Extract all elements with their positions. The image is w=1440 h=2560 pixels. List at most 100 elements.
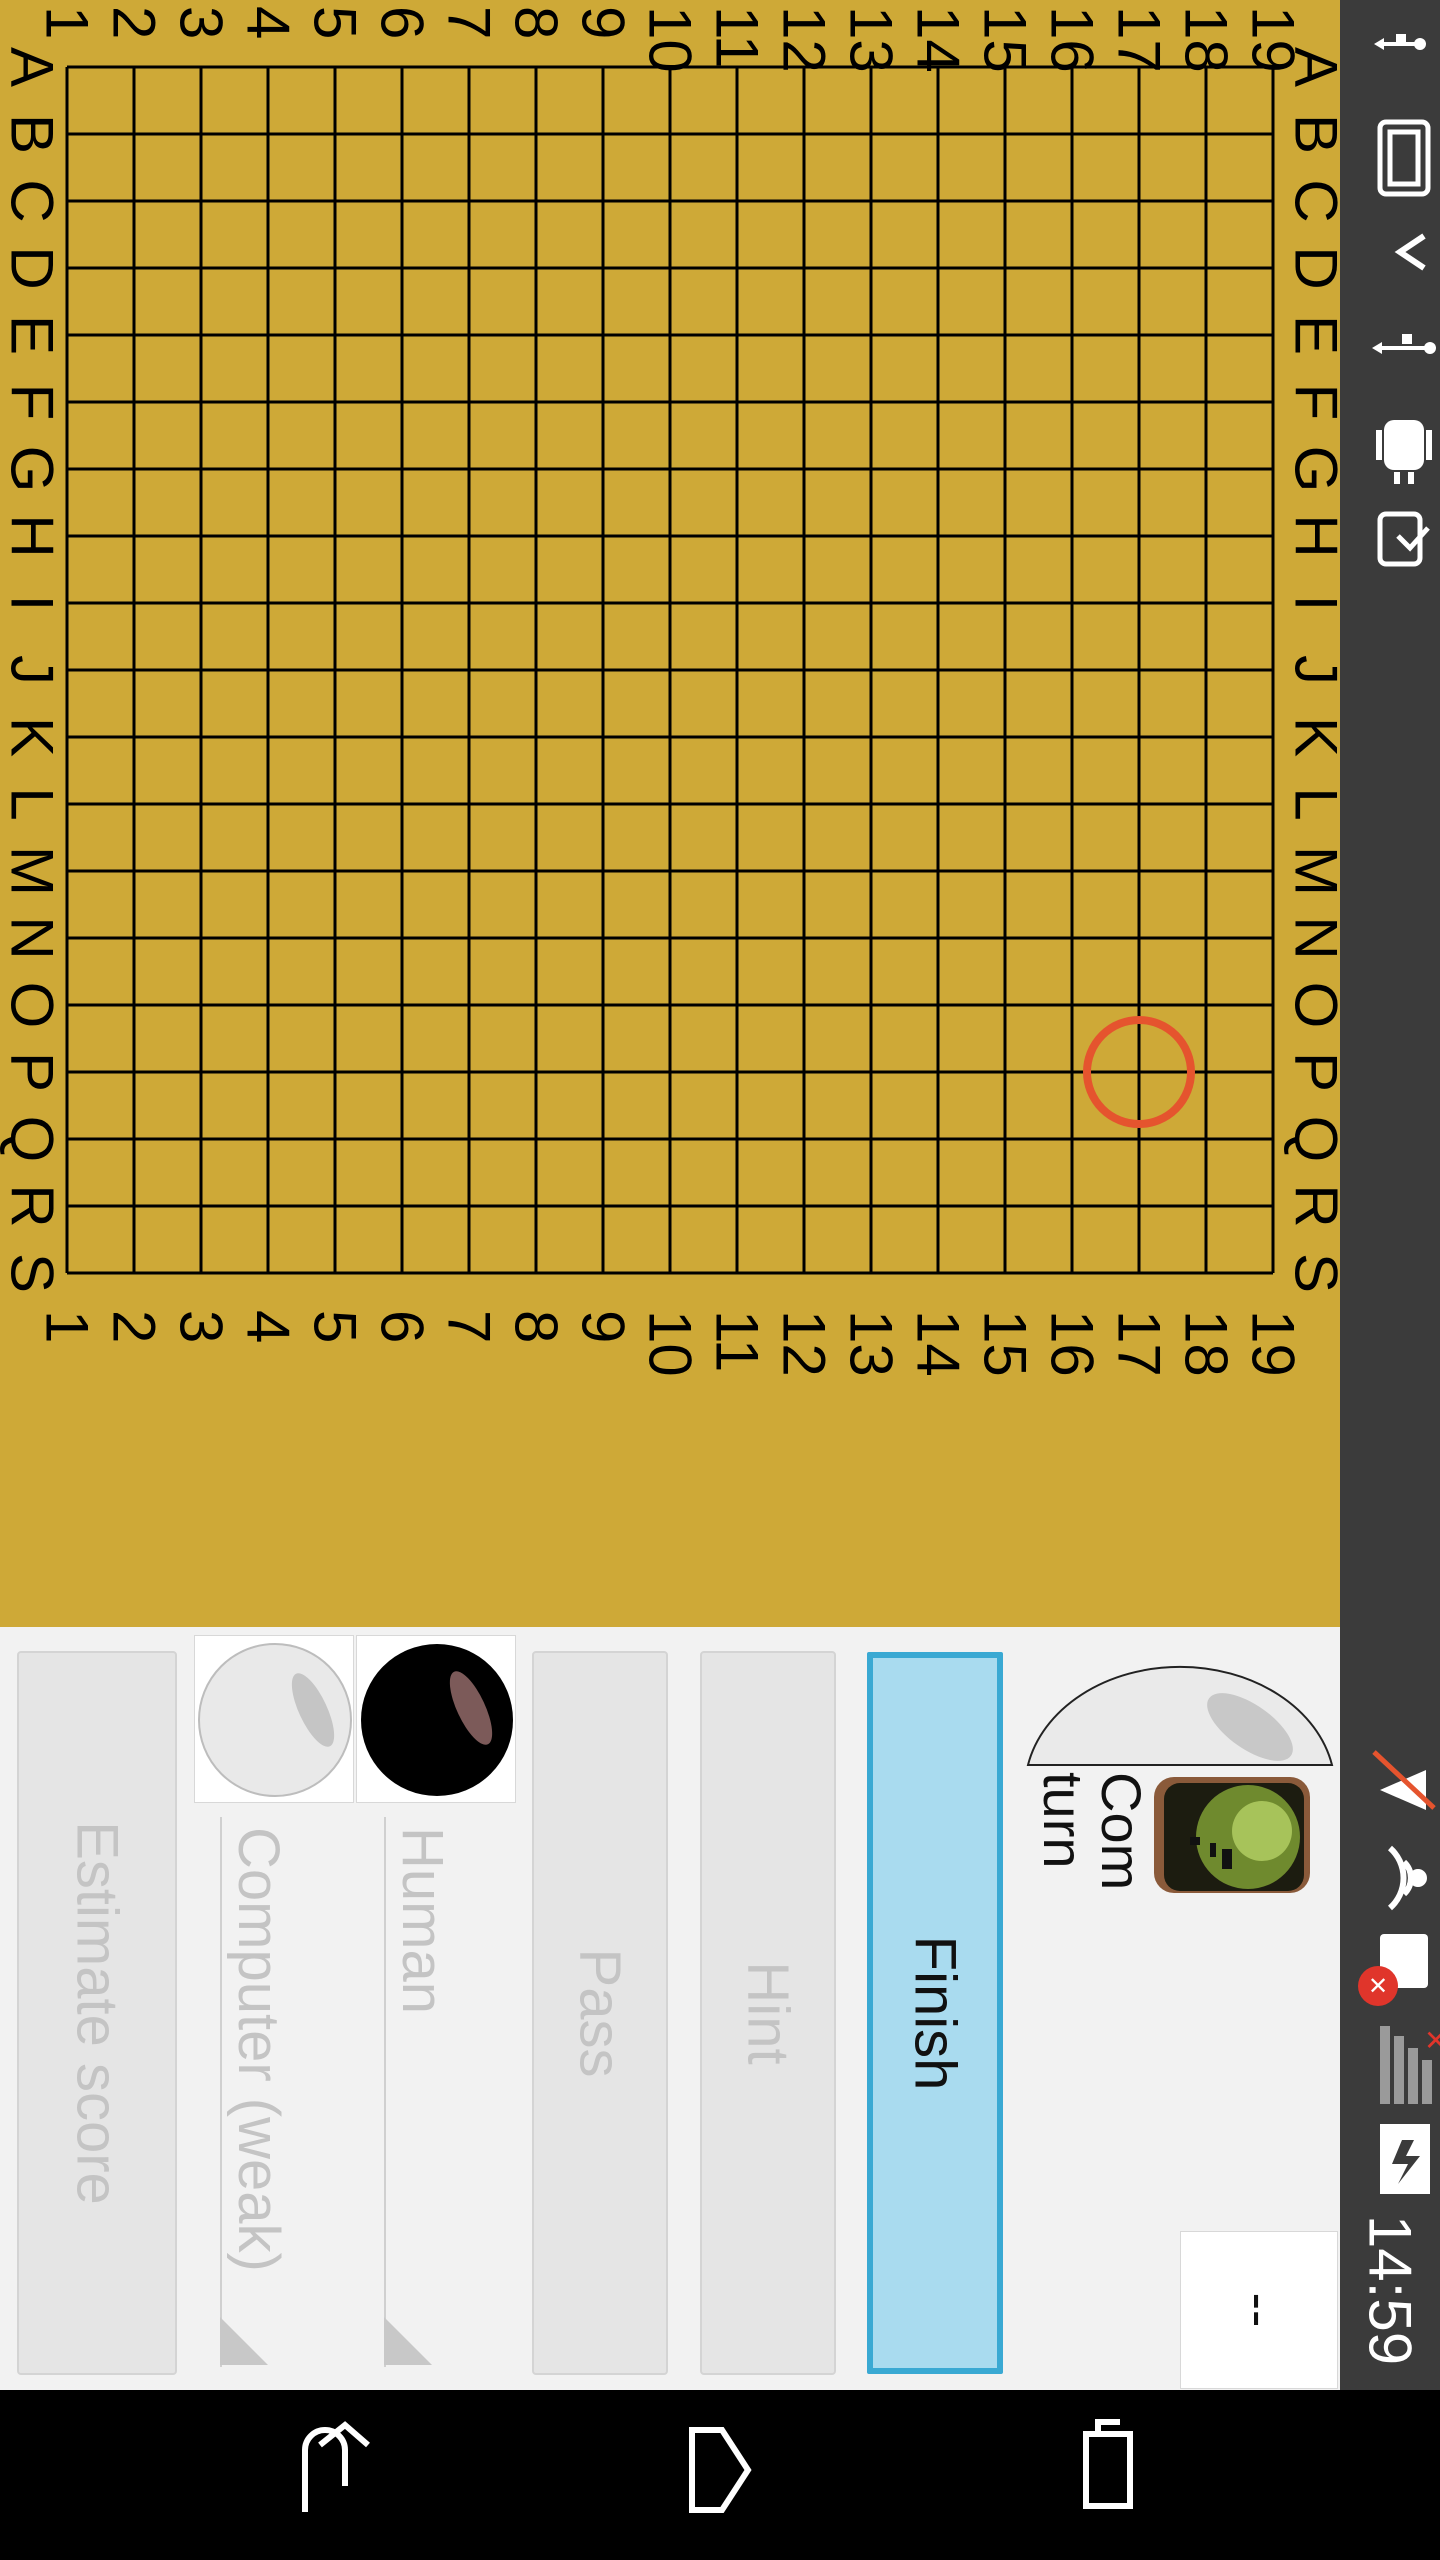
row-label-right: D (1283, 246, 1341, 289)
row-label-left: C (0, 179, 66, 222)
column-label-top: 17 (1106, 6, 1173, 73)
column-label-top: 5 (302, 6, 369, 39)
row-label-right: L (1283, 787, 1341, 820)
move-counter-box: -- (1180, 2231, 1338, 2389)
black-stone-chip (356, 1635, 516, 1803)
white-stone-chip (194, 1635, 354, 1803)
pass-button[interactable]: Pass (532, 1651, 668, 2375)
svg-text:✕: ✕ (1368, 1972, 1388, 2000)
row-label-right: B (1283, 114, 1341, 154)
go-board[interactable]: 1122334455667788991010111112121313141415… (0, 0, 1340, 1627)
row-label-left: I (0, 595, 66, 612)
row-label-left: D (0, 246, 66, 289)
column-label-bottom: 9 (570, 1310, 637, 1343)
row-label-right: E (1283, 315, 1341, 355)
row-label-left: B (0, 114, 66, 154)
finish-button[interactable]: Finish (867, 1652, 1003, 2374)
column-label-bottom: 1 (34, 1310, 101, 1343)
finish-label: Finish (902, 1935, 968, 2091)
column-label-bottom: 4 (235, 1310, 302, 1343)
column-label-top: 11 (704, 6, 771, 68)
black-stone-icon (361, 1644, 513, 1796)
status-time: 14:59 (1356, 2214, 1424, 2366)
row-label-left: A (0, 47, 66, 87)
column-label-bottom: 18 (1173, 1310, 1240, 1377)
row-label-left: N (0, 916, 66, 959)
column-label-top: 10 (637, 6, 704, 73)
column-label-bottom: 17 (1106, 1310, 1173, 1377)
board-area: 1 1 2 2 3 3 4 4 5 5 6 6 7 7 8 8 9 9 10 10 11 11 12 12 13 13 14 14 15… (0, 0, 1340, 1627)
column-label-bottom: 11 (704, 1310, 771, 1372)
column-label-bottom: 10 (637, 1310, 704, 1377)
nav-icons (302, 2419, 1133, 2513)
computer-player-spinner[interactable]: Computer (weak) (218, 1817, 291, 2367)
home-icon[interactable] (689, 2427, 752, 2513)
column-label-bottom: 15 (972, 1310, 1039, 1377)
hint-button[interactable]: Hint (700, 1651, 836, 2375)
column-label-bottom: 16 (1039, 1310, 1106, 1377)
mute-icon (1372, 1750, 1436, 1810)
row-label-left: F (0, 384, 66, 421)
column-label-top: 16 (1039, 6, 1106, 73)
row-label-right: A (1283, 47, 1341, 87)
turn-stone-icon (1026, 1665, 1334, 1766)
spinner-arrow-icon (220, 2317, 268, 2365)
row-label-left: Q (0, 1116, 66, 1163)
column-label-top: 13 (838, 6, 905, 73)
column-label-bottom: 14 (905, 1310, 972, 1377)
row-label-left: P (0, 1052, 66, 1092)
row-label-left: L (0, 787, 66, 820)
status-bar: ✕ ✕ 14:59 (1340, 0, 1440, 2390)
row-label-left: K (0, 717, 66, 757)
column-label-bottom: 2 (101, 1310, 168, 1343)
row-label-left: J (0, 655, 66, 685)
back-icon[interactable] (302, 2421, 370, 2512)
usb-icon (1374, 34, 1426, 50)
spinner-arrow-icon (384, 2317, 432, 2365)
svg-text:✕: ✕ (1424, 2024, 1440, 2057)
column-label-bottom: 3 (168, 1310, 235, 1343)
row-label-left: O (0, 982, 66, 1029)
row-label-right: M (1283, 846, 1341, 896)
row-label-right: P (1283, 1052, 1341, 1092)
chevron-icon (1394, 233, 1426, 271)
control-panel: Estimate score Computer (weak) Human Pas… (0, 1627, 1340, 2390)
row-label-left: S (0, 1253, 66, 1293)
row-label-right: H (1283, 514, 1341, 557)
column-label-top: 18 (1173, 6, 1240, 73)
row-label-left: H (0, 514, 66, 557)
column-label-top: 4 (235, 6, 302, 39)
estimate-score-label: Estimate score (64, 1821, 130, 2205)
row-label-right: N (1283, 916, 1341, 959)
human-player-spinner[interactable]: Human (382, 1817, 455, 2367)
column-label-bottom: 8 (503, 1310, 570, 1343)
column-label-bottom: 6 (369, 1310, 436, 1343)
row-label-right: F (1283, 384, 1341, 421)
row-label-right: S (1283, 1253, 1341, 1293)
column-label-top: 8 (503, 6, 570, 39)
row-label-left: E (0, 315, 66, 355)
move-counter: -- (1230, 2292, 1288, 2328)
column-label-bottom: 5 (302, 1310, 369, 1343)
row-label-left: R (0, 1184, 66, 1227)
nav-bar (0, 2390, 1440, 2560)
recents-icon[interactable] (1083, 2419, 1133, 2509)
row-label-right: R (1283, 1184, 1341, 1227)
turn-indicator: Com turn (1020, 1637, 1340, 2227)
wifi-icon (1387, 1845, 1427, 1911)
estimate-score-button[interactable]: Estimate score (17, 1651, 177, 2375)
row-label-right: G (1283, 446, 1341, 493)
column-label-top: 1 (34, 6, 101, 39)
white-stone-icon (198, 1643, 352, 1797)
column-label-top: 12 (771, 6, 838, 73)
turn-text-line1: Com (1090, 1772, 1153, 1891)
column-label-top: 7 (436, 6, 503, 39)
column-label-top: 3 (168, 6, 235, 39)
human-player-label: Human (390, 1827, 455, 2014)
column-label-top: 2 (101, 6, 168, 39)
row-label-left: M (0, 846, 66, 896)
column-label-bottom: 7 (436, 1310, 503, 1343)
column-label-top: 6 (369, 6, 436, 39)
row-label-right: K (1283, 717, 1341, 757)
turn-text-line2: turn (1032, 1772, 1095, 1869)
